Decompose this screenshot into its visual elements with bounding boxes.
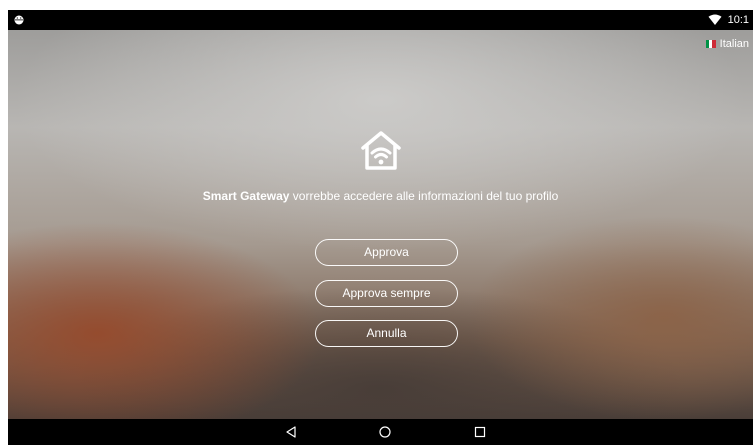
smart-home-wifi-icon <box>361 131 401 170</box>
approve-button[interactable]: Approva <box>315 239 458 266</box>
back-icon[interactable] <box>284 425 298 439</box>
navigation-bar <box>8 419 753 445</box>
cancel-button[interactable]: Annulla <box>315 320 458 347</box>
recents-icon[interactable] <box>473 425 487 439</box>
permission-screen: Italian Smart Gateway vorrebbe accedere … <box>8 30 753 419</box>
device-screen: 10:1 Italian Smart Gateway vorrebbe acce… <box>8 10 753 445</box>
italy-flag-icon <box>705 40 716 48</box>
language-selector[interactable]: Italian <box>705 38 749 50</box>
android-icon <box>14 15 24 25</box>
permission-message: Smart Gateway vorrebbe accedere alle inf… <box>198 187 563 205</box>
app-name: Smart Gateway <box>202 189 290 203</box>
home-icon[interactable] <box>378 425 392 439</box>
status-time: 10:1 <box>727 14 749 26</box>
language-label: Italian <box>719 38 749 50</box>
wifi-icon <box>708 14 722 25</box>
status-bar: 10:1 <box>8 10 753 30</box>
message-text: vorrebbe accedere alle informazioni del … <box>289 189 559 203</box>
approve-always-button[interactable]: Approva sempre <box>315 280 458 307</box>
